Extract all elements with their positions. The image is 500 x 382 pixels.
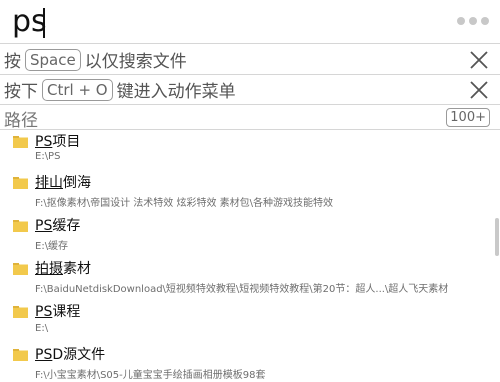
list-item[interactable]: PS缓存 E:\缓存 xyxy=(0,209,490,252)
folder-icon xyxy=(13,349,28,361)
result-name: PS缓存 xyxy=(35,218,81,234)
folder-icon xyxy=(13,136,28,148)
hint-suffix: 以仅搜索文件 xyxy=(84,52,187,72)
results-list: PS项目 E:\PS 排山倒海 F:\抠像素材\帝国设计 法术特效 炫彩特效 素… xyxy=(0,130,490,382)
key-badge: Ctrl + O xyxy=(42,78,113,101)
close-icon[interactable] xyxy=(470,51,488,69)
result-path: F:\小宝宝素材\S05-儿童宝宝手绘插画相册模板98套 xyxy=(35,370,266,381)
scrollbar-thumb[interactable] xyxy=(495,218,499,256)
result-path: E:\缓存 xyxy=(35,241,69,252)
path-header: 路径 100+ xyxy=(0,105,500,131)
result-name: 拍摄素材 xyxy=(35,261,91,277)
result-path: F:\BaiduNetdiskDownload\短视频特效教程\短视频特效教程\… xyxy=(35,284,449,295)
search-input[interactable] xyxy=(12,2,432,42)
folder-icon xyxy=(13,220,28,232)
result-path: E:\ xyxy=(35,323,49,334)
result-path: E:\PS xyxy=(35,151,61,162)
result-name: PSD源文件 xyxy=(35,347,106,363)
hint-suffix: 键进入动作菜单 xyxy=(116,82,236,102)
more-dots-icon[interactable] xyxy=(457,17,489,25)
close-icon[interactable] xyxy=(470,81,488,99)
hint-prefix: 按 xyxy=(4,52,21,72)
list-item[interactable]: PSD源文件 F:\小宝宝素材\S05-儿童宝宝手绘插画相册模板98套 xyxy=(0,338,490,381)
search-bar xyxy=(0,0,500,44)
result-name: PS项目 xyxy=(35,134,81,150)
result-name: PS课程 xyxy=(35,304,81,320)
list-item[interactable]: 排山倒海 F:\抠像素材\帝国设计 法术特效 炫彩特效 素材包\各种游戏技能特效 xyxy=(0,166,490,209)
path-label: 路径 xyxy=(4,111,38,131)
hint-prefix: 按下 xyxy=(4,82,38,102)
text-caret xyxy=(43,8,45,38)
folder-icon xyxy=(13,177,28,189)
folder-icon xyxy=(13,306,28,318)
list-item[interactable]: 拍摄素材 F:\BaiduNetdiskDownload\短视频特效教程\短视频… xyxy=(0,252,490,295)
result-count-badge: 100+ xyxy=(446,108,490,127)
folder-icon xyxy=(13,263,28,275)
hint-text: 按下 Ctrl + O 键进入动作菜单 xyxy=(0,77,236,102)
list-item[interactable]: PS课程 E:\ xyxy=(0,295,490,338)
list-item[interactable]: PS项目 E:\PS xyxy=(0,130,490,164)
result-path: F:\抠像素材\帝国设计 法术特效 炫彩特效 素材包\各种游戏技能特效 xyxy=(35,198,333,209)
hint-text: 按 Space 以仅搜索文件 xyxy=(0,47,187,72)
result-name: 排山倒海 xyxy=(35,175,91,191)
hint-row-space: 按 Space 以仅搜索文件 xyxy=(0,45,500,75)
hint-row-ctrl-o: 按下 Ctrl + O 键进入动作菜单 xyxy=(0,75,500,105)
key-badge: Space xyxy=(25,48,81,71)
